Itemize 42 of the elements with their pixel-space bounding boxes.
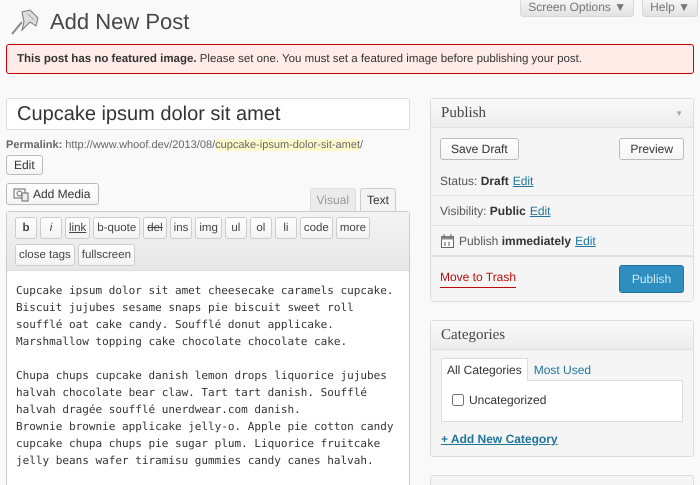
toolbar-button[interactable]: fullscreen (78, 244, 135, 266)
error-notice: This post has no featured image. Please set one. You must set a featured image before publishing your post. (6, 44, 694, 74)
edit-link[interactable]: Edit (530, 204, 550, 218)
toolbar-button[interactable]: close tags (15, 244, 75, 266)
panel-title: Categories (441, 326, 506, 344)
preview-button[interactable]: Preview (619, 138, 684, 160)
toolbar-button[interactable]: code (300, 217, 333, 239)
move-to-trash-link[interactable]: Move to Trash (440, 270, 516, 288)
toolbar-button[interactable]: i (40, 217, 62, 239)
edit-link[interactable]: Edit (512, 174, 534, 188)
add-media-button[interactable]: Add Media (6, 183, 100, 205)
toolbar-button[interactable]: img (195, 217, 222, 239)
toolbar-button[interactable]: b (15, 217, 37, 239)
calendar-icon (440, 232, 455, 248)
toolbar-button[interactable]: b-quote (93, 217, 140, 239)
toolbar-button[interactable]: del (143, 217, 167, 239)
permalink-text: Permalink: http://www.whoof.dev/2013/08/cupcake-ipsum-dolor-sit-amet/ (6, 139, 364, 151)
editor-tab[interactable]: Text (360, 188, 396, 211)
publish-setting: Visibility: Public (440, 204, 526, 218)
edit-button[interactable]: Edit (6, 155, 43, 175)
toolbar-button[interactable]: li (274, 217, 297, 239)
content-textarea[interactable]: Cupcake ipsum dolor sit amet cheesecake caramels cupcake. Biscuit jujubes sesame snaps pie biscuit sweet roll soufflé oat cake candy. Soufflé donut applicake. Marshmallow topping cake chocolate chocolate cake. Chupa chups cupcake danish lemon drops liquorice jujubes halvah chocolate bear claw. Tart tart danish. Soufflé halvah dragée soufflé unerdwear.com danish. Brownie brownie applicake jelly-o. Apple pie cotton candy cupcake chupa chups pie sugar plum. Liquorice fruitcake jelly beans wafer tiramisu gummies candy canes halvah. (7, 271, 409, 485)
toolbar-button[interactable]: ol (250, 217, 272, 239)
toolbar-button[interactable]: ins (170, 217, 192, 239)
help-button[interactable]: Help ▼ (642, 0, 698, 17)
page-title: Add New Post (50, 9, 190, 35)
panel-title: Publish (441, 104, 486, 122)
publish-setting: Publish immediately (459, 234, 572, 248)
toolbar-button[interactable]: ul (224, 217, 247, 239)
camera-icon (13, 186, 29, 202)
screen-options-button[interactable]: Screen Options ▼ (520, 0, 634, 17)
add-category-link[interactable]: + Add New Category (441, 432, 558, 446)
toolbar-button[interactable]: link (65, 217, 90, 239)
edit-link[interactable]: Edit (575, 234, 596, 248)
category-tab[interactable]: All Categories (441, 358, 528, 381)
category-checkbox[interactable] (452, 394, 464, 406)
publish-setting: Status: Draft (440, 174, 509, 188)
save-draft-button[interactable]: Save Draft (440, 138, 519, 160)
category-tab[interactable]: Most Used (528, 358, 598, 381)
title-field[interactable]: Cupcake ipsum dolor sit amet (6, 98, 410, 130)
category-label: Uncategorized (469, 392, 546, 406)
toolbar-button[interactable]: more (336, 217, 370, 239)
